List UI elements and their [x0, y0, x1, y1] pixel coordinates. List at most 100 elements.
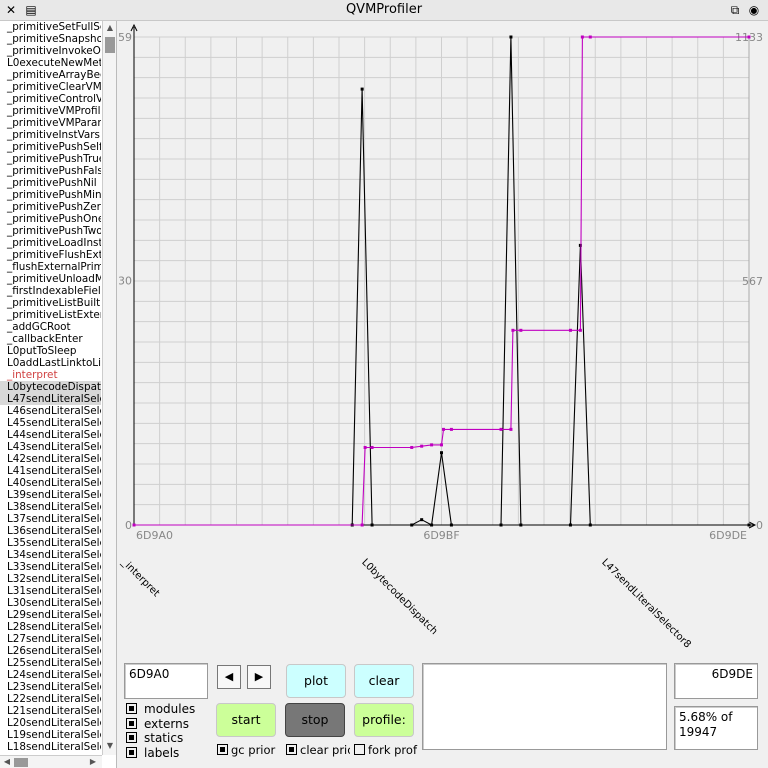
list-item[interactable]: L26sendLiteralSelector	[0, 645, 101, 657]
modules-checkbox[interactable]: modules	[126, 702, 195, 716]
checkbox-icon[interactable]	[217, 744, 228, 755]
checkbox-icon[interactable]	[354, 744, 365, 755]
statics-checkbox[interactable]: statics	[126, 731, 183, 745]
list-item[interactable]: L40sendLiteralSelector	[0, 477, 101, 489]
end-address-field[interactable]: 6D9DE	[674, 663, 758, 699]
plot-button[interactable]: plot	[286, 664, 346, 698]
scroll-left-icon[interactable]: ◀	[2, 757, 12, 767]
samples-point	[747, 523, 751, 527]
list-item[interactable]: L34sendLiteralSelector	[0, 549, 101, 561]
list-item[interactable]: L30sendLiteralSelector	[0, 597, 101, 609]
list-item[interactable]: L19sendLiteralSelector	[0, 729, 101, 741]
list-item[interactable]: _firstIndexableField	[0, 285, 101, 297]
list-item[interactable]: _primitiveSnapshotEmbedded	[0, 33, 101, 45]
list-item[interactable]: L31sendLiteralSelector	[0, 585, 101, 597]
scroll-up-icon[interactable]: ▲	[105, 23, 115, 33]
list-item[interactable]: L0addLastLinktoList	[0, 357, 101, 369]
list-item[interactable]: L0executeNewMethod	[0, 57, 101, 69]
start-button[interactable]: start	[216, 703, 276, 737]
horizontal-scrollbar[interactable]: ◀ ▶	[0, 755, 102, 768]
list-item[interactable]: _primitiveControlVMProfiling	[0, 93, 101, 105]
list-item[interactable]: _primitiveVMParameter	[0, 117, 101, 129]
externs-checkbox[interactable]: externs	[126, 717, 189, 731]
list-item[interactable]: _primitivePushMinusOne	[0, 189, 101, 201]
list-item[interactable]: L29sendLiteralSelector	[0, 609, 101, 621]
list-item[interactable]: L21sendLiteralSelector	[0, 705, 101, 717]
list-item[interactable]: _primitiveFlushExternalPrimitives	[0, 249, 101, 261]
list-item[interactable]: L41sendLiteralSelector	[0, 465, 101, 477]
collapse-icon[interactable]: ⧉	[728, 3, 742, 17]
list-item[interactable]: L22sendLiteralSelector	[0, 693, 101, 705]
list-item[interactable]: L36sendLiteralSelector	[0, 525, 101, 537]
list-item[interactable]: _primitivePushNil	[0, 177, 101, 189]
list-item[interactable]: _primitivePushOne	[0, 213, 101, 225]
list-item[interactable]: _primitiveSetFullScreen	[0, 21, 101, 33]
checkbox-icon[interactable]	[126, 703, 137, 714]
checkbox-icon[interactable]	[126, 747, 137, 758]
list-item[interactable]: L32sendLiteralSelector	[0, 573, 101, 585]
fork-prof-checkbox[interactable]: fork prof	[354, 743, 420, 757]
previous-button[interactable]: ◀	[217, 665, 241, 689]
list-item[interactable]: L18sendLiteralSelector	[0, 741, 101, 753]
checkbox-icon[interactable]	[126, 732, 137, 743]
list-item[interactable]: L37sendLiteralSelector	[0, 513, 101, 525]
list-item[interactable]: _primitivePushZero	[0, 201, 101, 213]
hscroll-thumb[interactable]	[14, 758, 28, 767]
list-item[interactable]: L47sendLiteralSelector8	[0, 393, 101, 405]
list-item[interactable]: L44sendLiteralSelector	[0, 429, 101, 441]
stop-button[interactable]: stop	[285, 703, 345, 737]
scroll-right-icon[interactable]: ▶	[88, 757, 98, 767]
list-item[interactable]: _primitiveArrayBecome	[0, 69, 101, 81]
list-item[interactable]: L27sendLiteralSelector	[0, 633, 101, 645]
list-item[interactable]: _primitiveInstVarsPutFromStack	[0, 129, 101, 141]
list-item[interactable]: _interpret	[0, 369, 101, 381]
list-item[interactable]: _primitivePushTwo	[0, 225, 101, 237]
list-item[interactable]: _primitiveInvokeObjectAsMethod	[0, 45, 101, 57]
vertical-scrollbar[interactable]: ▲ ▼	[102, 21, 116, 755]
list-item[interactable]: L24sendLiteralSelector	[0, 669, 101, 681]
profile-button[interactable]: profile:	[354, 703, 414, 737]
list-item[interactable]: L33sendLiteralSelector	[0, 561, 101, 573]
clear-button[interactable]: clear	[354, 664, 414, 698]
list-item[interactable]: _callbackEnter	[0, 333, 101, 345]
profile-chart[interactable]: 0230459056711336D9A06D9BF6D9DE	[119, 21, 766, 541]
list-item[interactable]: _primitiveVMProfileSamples	[0, 105, 101, 117]
checkbox-label: fork prof	[368, 743, 417, 757]
list-item[interactable]: _primitivePushTrue	[0, 153, 101, 165]
scroll-down-icon[interactable]: ▼	[105, 741, 115, 751]
next-button[interactable]: ▶	[247, 665, 271, 689]
list-item[interactable]: _addGCRoot	[0, 321, 101, 333]
list-item[interactable]: L42sendLiteralSelector	[0, 453, 101, 465]
expand-icon[interactable]: ◉	[747, 3, 761, 17]
list-item[interactable]: _primitiveListBuiltinModule	[0, 297, 101, 309]
list-item[interactable]: L45sendLiteralSelector	[0, 417, 101, 429]
gc-prior-checkbox[interactable]: gc prior	[217, 743, 285, 757]
scroll-thumb[interactable]	[105, 37, 115, 53]
list-item[interactable]: L38sendLiteralSelector	[0, 501, 101, 513]
list-item[interactable]: L20sendLiteralSelector	[0, 717, 101, 729]
list-item[interactable]: _primitivePushFalse	[0, 165, 101, 177]
list-item[interactable]: L39sendLiteralSelector	[0, 489, 101, 501]
list-item[interactable]: L0putToSleep	[0, 345, 101, 357]
list-item[interactable]: _primitiveUnloadModule	[0, 273, 101, 285]
symbol-list[interactable]: _primitiveSetFullScreen_primitiveSnapsho…	[0, 21, 101, 755]
labels-checkbox[interactable]: labels	[126, 746, 179, 760]
list-item[interactable]: _primitiveClearVMProfile	[0, 81, 101, 93]
list-item[interactable]: L46sendLiteralSelector	[0, 405, 101, 417]
list-item[interactable]: _primitivePushSelf	[0, 141, 101, 153]
checkbox-icon[interactable]	[286, 744, 297, 755]
list-item[interactable]: L23sendLiteralSelector	[0, 681, 101, 693]
clear-prior-checkbox[interactable]: clear prior	[286, 743, 350, 757]
list-item[interactable]: L35sendLiteralSelector	[0, 537, 101, 549]
list-item[interactable]: _flushExternalPrimitives	[0, 261, 101, 273]
list-item[interactable]: L43sendLiteralSelector	[0, 441, 101, 453]
list-item[interactable]: L28sendLiteralSelector	[0, 621, 101, 633]
list-item[interactable]: L25sendLiteralSelector	[0, 657, 101, 669]
start-address-field[interactable]: 6D9A0	[124, 663, 208, 699]
list-item[interactable]: _primitiveListExternalModule	[0, 309, 101, 321]
output-text-area[interactable]	[422, 663, 667, 750]
list-item[interactable]: L0bytecodeDispatch	[0, 381, 101, 393]
list-item[interactable]: _primitiveLoadInstVar	[0, 237, 101, 249]
cumulative-point	[580, 35, 584, 39]
checkbox-icon[interactable]	[126, 718, 137, 729]
